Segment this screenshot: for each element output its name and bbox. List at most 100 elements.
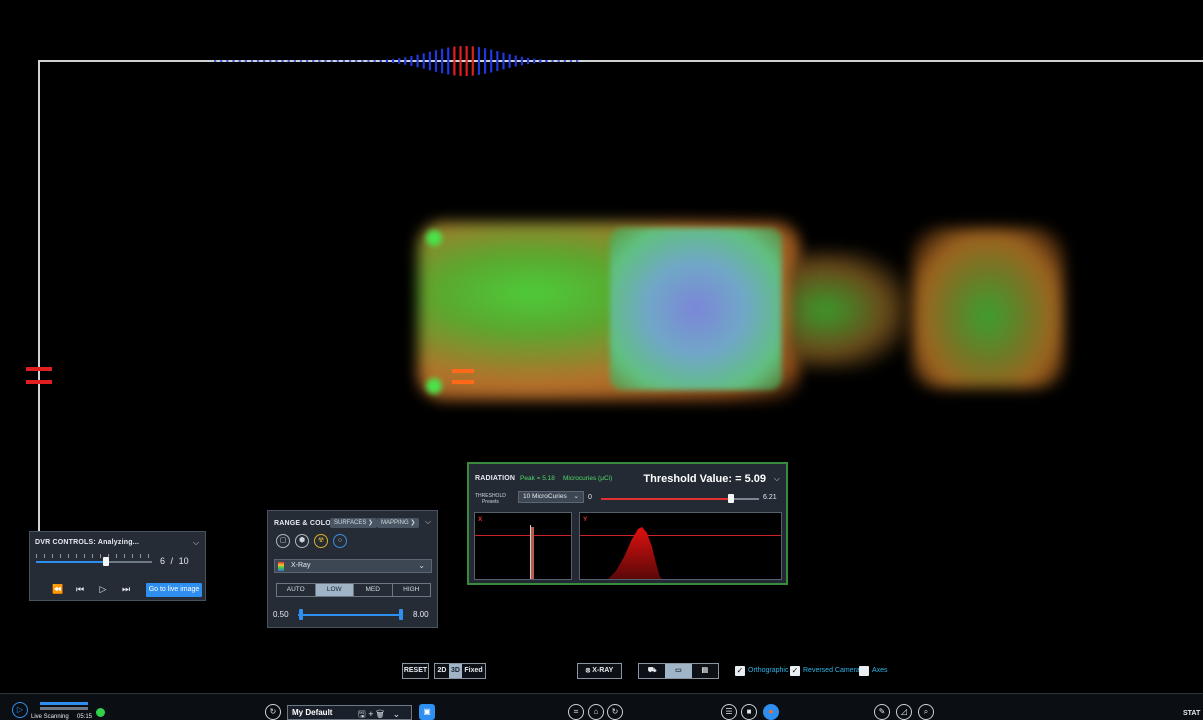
cube-solid-icon[interactable]: ⬢ (295, 534, 309, 548)
profile-bar (244, 60, 247, 62)
sphere-icon[interactable]: ○ (333, 534, 347, 548)
range-min-thumb[interactable] (299, 609, 303, 620)
profile-bar (220, 60, 223, 62)
rewind-icon[interactable]: ⏪ (52, 584, 63, 595)
profile-bar (373, 60, 376, 62)
status-bar: ▷ Live Scanning 05:15 ↻ My Default 🖫 + 🗑… (0, 693, 1203, 720)
radiation-alert-icon[interactable]: ● (763, 704, 779, 720)
orthographic-checkbox[interactable]: ✓ (735, 666, 745, 676)
media-controls: ⏪ ⏮ ▷ ⏭ (52, 584, 131, 595)
cube-outline-icon[interactable]: ▢ (276, 534, 290, 548)
profile-bar (336, 60, 339, 62)
profile-bar (520, 56, 523, 66)
profile-bar (557, 60, 560, 62)
profile-bar (434, 50, 438, 72)
profile-bar (391, 58, 395, 64)
surfaces-tab-label: SURFACES (334, 520, 367, 526)
dvr-timeline-thumb[interactable] (102, 557, 109, 566)
reset-button[interactable]: RESET (402, 663, 429, 679)
add-icon[interactable]: + (368, 709, 373, 719)
axes-checkbox[interactable] (859, 666, 869, 676)
colormap-select[interactable]: X-Ray ⌄ (274, 559, 432, 573)
zoom-icon[interactable]: ⌕ (918, 704, 934, 720)
surfaces-tab[interactable]: SURFACES ❯ (330, 518, 378, 528)
refresh-icon[interactable]: ↻ (265, 704, 281, 720)
save-icon[interactable]: 🖫 (358, 709, 366, 719)
range-max-thumb[interactable] (399, 609, 403, 620)
play-icon[interactable]: ▷ (98, 584, 108, 595)
truck-gap-scan (790, 250, 910, 370)
package-icon[interactable]: ⌂ (588, 704, 604, 720)
profile-bar (214, 60, 217, 62)
live-scanning-label: Live Scanning (31, 714, 69, 720)
record-icon[interactable]: ■ (741, 704, 757, 720)
profile-select[interactable]: My Default 🖫 + 🗑 ⌄ (287, 705, 412, 720)
collapse-chevron-icon[interactable]: ⌵ (425, 517, 431, 527)
mode-2d-button[interactable]: 2D (435, 664, 449, 678)
truck-top-icon[interactable]: ▭ (665, 664, 692, 678)
trash-icon[interactable]: 🗑 (376, 709, 384, 719)
profile-bar (428, 51, 431, 71)
radiation-marker-left (26, 367, 52, 371)
radiation-icon[interactable]: ☢ (314, 534, 328, 548)
mapping-tab[interactable]: MAPPING ❯ (377, 518, 420, 528)
profile-bar (514, 55, 517, 67)
pen-icon[interactable]: ✎ (874, 704, 890, 720)
level-low-button[interactable]: LOW (315, 584, 354, 596)
profile-bar (508, 54, 511, 68)
status-dot-icon (96, 708, 105, 717)
reversed-camera-checkbox[interactable]: ✓ (790, 666, 800, 676)
profile-bar (263, 60, 266, 62)
crop-icon[interactable]: ⌗ (568, 704, 584, 720)
threshold-slider[interactable] (601, 494, 759, 503)
layers-icon[interactable]: ☰ (721, 704, 737, 720)
range-slider[interactable] (298, 609, 403, 620)
profile-bar (422, 53, 425, 69)
profile-bar (576, 60, 579, 62)
play-scan-icon[interactable]: ▷ (12, 702, 28, 718)
truck-side-icon[interactable]: ⛟ (639, 664, 665, 678)
profile-bar (306, 60, 309, 62)
radiation-profile-top (214, 46, 579, 76)
mapping-tab-label: MAPPING (381, 520, 409, 526)
mode-3d-button[interactable]: 3D (449, 664, 462, 678)
threshold-min: 0 (588, 494, 592, 501)
truck-front-icon[interactable]: ▤ (692, 664, 718, 678)
profile-value: My Default (292, 708, 333, 717)
scan-clock: 05:15 (77, 714, 93, 720)
level-med-button[interactable]: MED (354, 584, 393, 596)
step-forward-icon[interactable]: ⏭ (121, 584, 131, 595)
chevron-down-icon[interactable]: ⌄ (393, 709, 401, 719)
image-export-icon[interactable]: ▣ (419, 704, 435, 720)
fixed-button[interactable]: Fixed (462, 664, 485, 678)
threshold-preset-select[interactable]: 10 MicroCuries ⌄ (518, 491, 584, 503)
dvr-timeline-slider[interactable] (36, 557, 152, 566)
go-to-live-button[interactable]: Go to live image (146, 583, 202, 597)
scan-progress-bar-2 (40, 707, 88, 710)
rotate-icon[interactable]: ↻ (607, 704, 623, 720)
threshold-thumb[interactable] (727, 494, 734, 503)
profile-bar (342, 60, 346, 62)
level-high-button[interactable]: HIGH (393, 584, 431, 596)
xray-toggle-button[interactable]: ⦻ X-RAY (577, 663, 622, 679)
collapse-chevron-icon[interactable]: ⌵ (774, 474, 780, 484)
measure-icon[interactable]: ◿ (896, 704, 912, 720)
profile-bar (416, 54, 419, 68)
histogram-x: X (474, 512, 572, 580)
truck-cab-scan (912, 228, 1064, 388)
profile-bar (545, 59, 548, 63)
position-marker (452, 380, 474, 384)
profile-bar (502, 52, 505, 70)
profile-bar (496, 51, 499, 71)
profile-bar (398, 58, 401, 64)
range-max-value: 8.00 (413, 610, 429, 619)
profile-bar (318, 60, 321, 62)
collapse-chevron-icon[interactable]: ⌵ (193, 538, 199, 548)
hotspot-marker (426, 230, 442, 246)
level-auto-button[interactable]: AUTO (277, 584, 316, 596)
profile-bar (361, 60, 364, 62)
radiation-unit: Microcuries (μCi) (563, 475, 613, 482)
threshold-max: 6.21 (763, 494, 777, 501)
presets-label: Presets (481, 499, 499, 505)
step-back-icon[interactable]: ⏮ (75, 584, 85, 595)
